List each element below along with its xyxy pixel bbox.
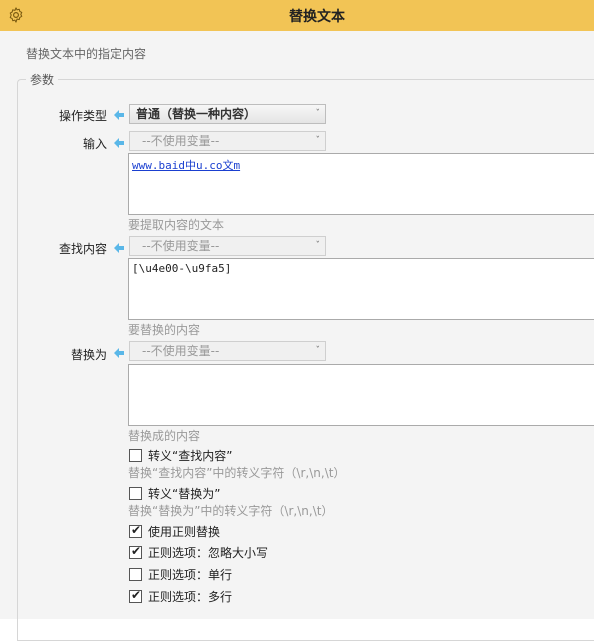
checkmark-icon: ✔: [131, 588, 142, 602]
variable-arrow-icon[interactable]: [113, 137, 125, 149]
title-bar: 替换文本: [0, 0, 594, 31]
input-text: www.baid中u.co文m: [132, 159, 241, 172]
find-variable-select[interactable]: --不使用变量-- ˇ: [129, 236, 326, 256]
escape-find-hint: 替换“查找内容”中的转义字符（\r,\n,\t）: [128, 466, 346, 480]
regex-ignorecase-label[interactable]: 正则选项：忽略大小写: [148, 544, 268, 561]
input-hint: 要提取内容的文本: [128, 218, 225, 232]
replace-variable-select[interactable]: --不使用变量-- ˇ: [129, 341, 326, 361]
checkmark-icon: ✔: [131, 544, 142, 558]
use-regex-checkbox[interactable]: ✔: [129, 523, 142, 538]
replace-textarea[interactable]: [128, 364, 594, 426]
find-textarea[interactable]: [\u4e00-\u9fa5]: [128, 258, 594, 320]
find-label: 查找内容: [58, 242, 107, 256]
op-type-label: 操作类型: [58, 109, 107, 123]
regex-multiline-label[interactable]: 正则选项：多行: [148, 588, 232, 605]
regex-ignorecase-checkbox[interactable]: ✔: [129, 544, 142, 559]
variable-arrow-icon[interactable]: [113, 347, 125, 359]
variable-arrow-icon[interactable]: [113, 109, 125, 121]
input-variable-value: --不使用变量--: [142, 134, 220, 148]
escape-find-label[interactable]: 转义“查找内容”: [148, 447, 232, 464]
chevron-down-icon: ˇ: [315, 241, 321, 251]
input-variable-select[interactable]: --不使用变量-- ˇ: [129, 131, 326, 151]
op-type-value: 普通（替换一种内容）: [136, 107, 257, 121]
chevron-down-icon: ˇ: [315, 136, 321, 146]
replace-variable-value: --不使用变量--: [142, 344, 220, 358]
escape-replace-checkbox[interactable]: [129, 487, 142, 500]
replace-label: 替换为: [70, 348, 107, 362]
variable-arrow-icon[interactable]: [113, 242, 125, 254]
input-label: 输入: [82, 137, 107, 151]
input-textarea[interactable]: www.baid中u.co文m: [128, 153, 594, 215]
find-hint: 要替换的内容: [128, 323, 201, 337]
op-type-select[interactable]: 普通（替换一种内容） ˇ: [129, 104, 326, 124]
regex-singleline-label[interactable]: 正则选项：单行: [148, 566, 232, 583]
escape-find-checkbox[interactable]: [129, 449, 142, 462]
use-regex-label[interactable]: 使用正则替换: [148, 523, 220, 540]
window-title: 替换文本: [289, 9, 345, 25]
replace-hint: 替换成的内容: [128, 429, 201, 443]
checkmark-icon: ✔: [131, 523, 142, 537]
find-variable-value: --不使用变量--: [142, 239, 220, 253]
params-legend: 参数: [26, 71, 59, 88]
page-description: 替换文本中的指定内容: [26, 47, 147, 61]
chevron-down-icon: ˇ: [315, 346, 321, 356]
escape-replace-label[interactable]: 转义“替换为”: [148, 485, 220, 502]
regex-multiline-checkbox[interactable]: ✔: [129, 588, 142, 603]
regex-singleline-checkbox[interactable]: [129, 568, 142, 581]
escape-replace-hint: 替换“替换为”中的转义字符（\r,\n,\t）: [128, 504, 334, 518]
chevron-down-icon: ˇ: [315, 109, 321, 119]
find-text: [\u4e00-\u9fa5]: [132, 262, 232, 275]
